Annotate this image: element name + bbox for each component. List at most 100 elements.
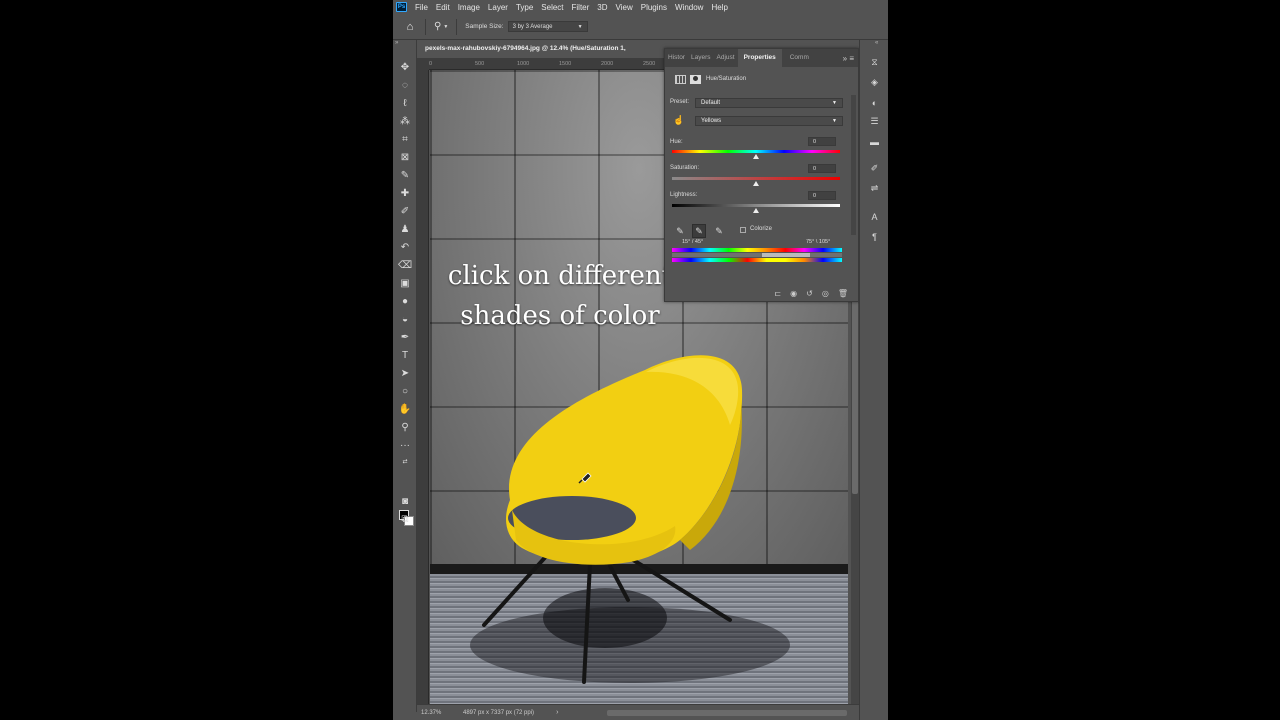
chevron-down-icon: ▼ xyxy=(577,23,583,30)
tab-adjustments[interactable]: Adjust xyxy=(714,49,738,67)
reset-adjustment-icon[interactable]: ↺ xyxy=(806,289,813,298)
frame-tool-icon[interactable]: ⊠ xyxy=(398,150,412,164)
lightness-slider-thumb[interactable] xyxy=(753,208,759,213)
color-spectrum-bar-top xyxy=(672,248,842,252)
ellipse-shape-icon[interactable]: ○ xyxy=(398,384,412,398)
colorize-checkbox[interactable] xyxy=(740,227,746,233)
menu-select[interactable]: Select xyxy=(537,3,567,12)
brush-tool-icon[interactable]: ✐ xyxy=(398,204,412,218)
document-size: 4897 px x 7337 px (72 ppi) xyxy=(463,709,535,716)
subtract-from-sample-icon[interactable]: ✎ xyxy=(712,224,726,238)
tool-preset-picker[interactable]: ⚲ ▼ xyxy=(434,21,448,32)
lasso-tool-icon[interactable]: ℓ xyxy=(398,96,412,110)
swap-colors-icon[interactable]: ⇄ xyxy=(398,454,412,468)
layer-mask-icon[interactable] xyxy=(690,74,701,84)
menu-type[interactable]: Type xyxy=(512,3,537,12)
clip-to-layer-icon[interactable]: ⊏ xyxy=(774,289,781,298)
tab-history[interactable]: Histor xyxy=(665,49,688,67)
properties-panel: Histor Layers Adjust Properties Comm » ≡… xyxy=(664,48,859,302)
hand-tool-icon[interactable]: ✋ xyxy=(398,402,412,416)
eraser-tool-icon[interactable]: ⌫ xyxy=(398,258,412,272)
hue-slider-thumb[interactable] xyxy=(753,154,759,159)
more-tools-icon[interactable]: ··· xyxy=(398,438,412,452)
document-tab[interactable]: pexels-max-rahubovskiy-6794964.jpg @ 12.… xyxy=(417,41,663,57)
history-brush-icon[interactable]: ↶ xyxy=(398,240,412,254)
collapse-panel-icon[interactable]: » xyxy=(395,40,398,46)
view-previous-state-icon[interactable]: ◉ xyxy=(790,289,797,298)
move-tool-icon[interactable]: ✥ xyxy=(398,60,412,74)
add-to-sample-icon[interactable]: ✎ xyxy=(692,224,706,238)
menu-3d[interactable]: 3D xyxy=(593,3,611,12)
paragraph-panel-icon[interactable]: ¶ xyxy=(868,230,881,243)
dodge-tool-icon[interactable]: ◒ xyxy=(398,312,412,326)
clone-stamp-icon[interactable]: ♟ xyxy=(398,222,412,236)
lightness-value-field[interactable]: 0 xyxy=(808,191,836,200)
menu-bar: Ps File Edit Image Layer Type Select Fil… xyxy=(393,0,888,14)
properties-panel-icon[interactable]: ☰ xyxy=(868,115,881,128)
menu-edit[interactable]: Edit xyxy=(432,3,454,12)
menu-image[interactable]: Image xyxy=(454,3,484,12)
ellipse-marquee-icon[interactable]: ◌ xyxy=(398,78,412,92)
character-panel-icon[interactable]: A xyxy=(868,210,881,223)
gradient-tool-icon[interactable]: ▣ xyxy=(398,276,412,290)
saturation-slider-track[interactable] xyxy=(672,177,840,180)
panel-tab-bar: Histor Layers Adjust Properties Comm » ≡ xyxy=(665,49,858,67)
layers-panel-icon[interactable]: ◈ xyxy=(868,76,881,89)
crop-tool-icon[interactable]: ⌗ xyxy=(398,132,412,146)
tab-properties[interactable]: Properties xyxy=(737,49,782,67)
status-menu-arrow[interactable]: › xyxy=(556,709,558,716)
blur-tool-icon[interactable]: ● xyxy=(398,294,412,308)
chair-shadow-core xyxy=(543,588,667,648)
collapse-panel-icon[interactable]: « xyxy=(875,40,878,46)
delete-adjustment-icon[interactable]: 🗑 xyxy=(838,289,848,298)
eyedropper-icon[interactable]: ✎ xyxy=(673,224,687,238)
healing-brush-icon[interactable]: ✚ xyxy=(398,186,412,200)
pen-tool-icon[interactable]: ✒ xyxy=(398,330,412,344)
panel-scrollbar[interactable] xyxy=(851,95,856,235)
saturation-slider-thumb[interactable] xyxy=(753,181,759,186)
menu-view[interactable]: View xyxy=(612,3,637,12)
menu-plugins[interactable]: Plugins xyxy=(637,3,671,12)
channel-value: Yellows xyxy=(701,118,722,124)
preset-select[interactable]: Default ▼ xyxy=(695,98,843,108)
menu-help[interactable]: Help xyxy=(707,3,731,12)
screen-mode-icon[interactable]: ⧉ xyxy=(398,512,412,526)
brushes-panel-icon[interactable]: ✐ xyxy=(868,162,881,175)
adjustment-layer-icon[interactable] xyxy=(675,74,686,84)
color-range-selection[interactable] xyxy=(762,253,810,257)
menu-filter[interactable]: Filter xyxy=(568,3,594,12)
menu-layer[interactable]: Layer xyxy=(484,3,512,12)
path-selection-icon[interactable]: ➤ xyxy=(398,366,412,380)
options-bar: ⌂ ⚲ ▼ Sample Size: 3 by 3 Average ▼ xyxy=(393,14,888,40)
tab-layers[interactable]: Layers xyxy=(688,49,714,67)
menu-window[interactable]: Window xyxy=(671,3,707,12)
saturation-value-field[interactable]: 0 xyxy=(808,164,836,173)
hue-slider-track[interactable] xyxy=(672,150,840,153)
menu-file[interactable]: File xyxy=(411,3,432,12)
history-panel-icon[interactable]: ⧖ xyxy=(868,56,881,69)
home-icon[interactable]: ⌂ xyxy=(403,20,417,34)
toggle-visibility-icon[interactable]: ◎ xyxy=(822,289,829,298)
comments-panel-icon[interactable]: ▬ xyxy=(868,135,881,148)
color-spectrum-bar-bottom xyxy=(672,258,842,262)
quick-mask-icon[interactable]: ◙ xyxy=(398,494,412,508)
ruler-origin[interactable] xyxy=(417,58,429,70)
channel-select[interactable]: Yellows ▼ xyxy=(695,116,843,126)
colorize-label: Colorize xyxy=(750,226,773,232)
horizontal-scrollbar[interactable] xyxy=(607,710,847,716)
sample-size-select[interactable]: 3 by 3 Average ▼ xyxy=(507,21,588,32)
eyedropper-tool-icon[interactable]: ✎ xyxy=(398,168,412,182)
magic-wand-icon[interactable]: ⁂ xyxy=(398,114,412,128)
panel-menu-icon[interactable]: » ≡ xyxy=(843,54,858,63)
zoom-tool-icon[interactable]: ⚲ xyxy=(398,420,412,434)
tab-comments[interactable]: Comm xyxy=(782,49,812,67)
lightness-slider-track[interactable] xyxy=(672,204,840,207)
targeted-adjustment-hand-icon[interactable]: ☝ xyxy=(673,115,684,126)
type-tool-icon[interactable]: T xyxy=(398,348,412,362)
hue-value-field[interactable]: 0 xyxy=(808,137,836,146)
brush-settings-icon[interactable]: ⇌ xyxy=(868,182,881,195)
color-range-slider[interactable] xyxy=(672,253,842,257)
panel-footer: ⊏ ◉ ↺ ◎ 🗑 xyxy=(665,285,858,301)
zoom-level[interactable]: 12.37% xyxy=(417,710,453,716)
adjustments-panel-icon[interactable]: ◐ xyxy=(868,96,881,109)
